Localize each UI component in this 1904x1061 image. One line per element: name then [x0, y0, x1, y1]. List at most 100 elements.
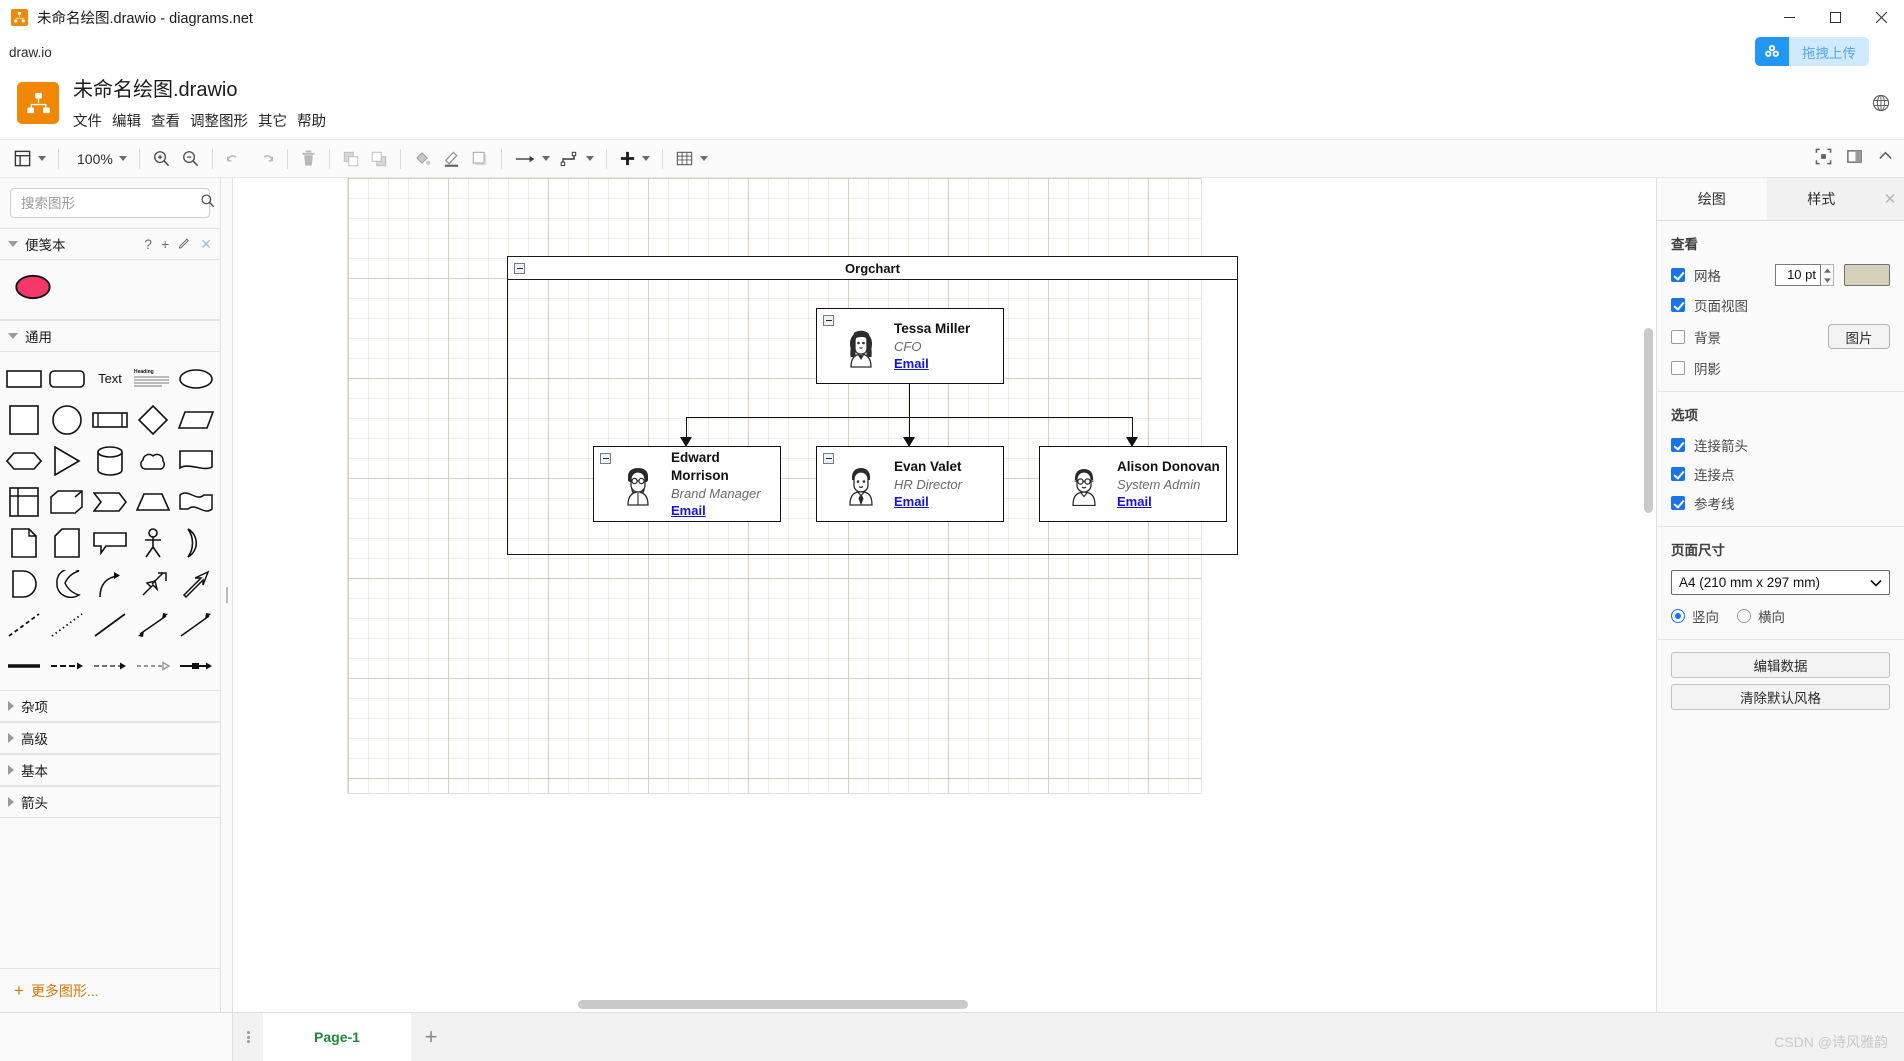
stepper-arrows[interactable] — [1821, 264, 1834, 286]
plus-icon[interactable]: + — [411, 1013, 451, 1061]
shape-callout[interactable] — [89, 522, 132, 563]
format-panel-icon[interactable] — [1846, 148, 1863, 170]
upload-button[interactable]: 拖拽上传 — [1755, 37, 1869, 66]
node-email-link[interactable]: Email — [894, 493, 962, 510]
shape-arrow-with-box[interactable] — [174, 645, 217, 686]
undo-icon[interactable] — [220, 140, 250, 178]
insert-icon[interactable] — [614, 140, 655, 178]
more-shapes-button[interactable]: + 更多图形... — [0, 968, 220, 1012]
waypoint-icon[interactable] — [555, 140, 599, 178]
shape-cube[interactable] — [46, 481, 89, 522]
help-icon[interactable]: ? — [144, 236, 152, 252]
menu-item-file[interactable]: 文件 — [73, 108, 112, 133]
vertical-scrollbar[interactable] — [1644, 328, 1653, 513]
orgchart-frame[interactable]: Orgchart Tessa Miller CFO Email Edward M… — [507, 256, 1238, 555]
menu-item-edit[interactable]: 编辑 — [112, 108, 151, 133]
shape-ellipse[interactable] — [174, 358, 217, 399]
shadow-checkbox[interactable] — [1671, 361, 1685, 375]
shape-circle[interactable] — [46, 399, 89, 440]
tab-style[interactable]: 样式 — [1767, 178, 1877, 220]
page-view-checkbox[interactable] — [1671, 298, 1685, 312]
shape-line[interactable] — [89, 604, 132, 645]
pink-ellipse-shape[interactable] — [14, 274, 52, 305]
shadow-icon[interactable] — [466, 140, 494, 178]
shape-dashed-line[interactable] — [3, 604, 46, 645]
chevron-down-icon[interactable] — [118, 156, 127, 161]
search-input[interactable] — [19, 194, 200, 212]
shape-bidirectional-line[interactable] — [131, 604, 174, 645]
shape-note[interactable] — [3, 522, 46, 563]
shape-triangle[interactable] — [46, 440, 89, 481]
node-email-link[interactable]: Email — [1117, 493, 1220, 510]
menu-item-extras[interactable]: 其它 — [258, 108, 297, 133]
zoom-out-icon[interactable] — [176, 140, 205, 178]
shape-cloud[interactable] — [131, 440, 174, 481]
menu-item-arrange[interactable]: 调整图形 — [190, 108, 258, 133]
shape-process[interactable] — [89, 399, 132, 440]
menu-item-view[interactable]: 查看 — [151, 108, 190, 133]
shape-hexagon[interactable] — [3, 440, 46, 481]
horizontal-scrollbar-thumb[interactable] — [578, 1000, 968, 1009]
drag-handle-icon[interactable] — [233, 1013, 263, 1061]
collapse-icon[interactable] — [600, 453, 611, 464]
fullscreen-icon[interactable] — [1815, 148, 1832, 170]
shape-section-basic[interactable]: 基本 — [0, 754, 220, 786]
shape-textbox-heading[interactable]: Heading — [131, 358, 174, 399]
orgchart-node-edward-morrison[interactable]: Edward Morrison Brand Manager Email — [593, 446, 781, 522]
collapse-icon[interactable] — [823, 453, 834, 464]
maximize-icon[interactable] — [1812, 0, 1858, 34]
shape-section-scratchpad[interactable]: 便笺本 ? + ✕ — [0, 228, 220, 260]
shape-internal-storage[interactable] — [3, 481, 46, 522]
grid-checkbox[interactable] — [1671, 268, 1685, 282]
shape-curve-arrow[interactable] — [89, 563, 132, 604]
node-email-link[interactable]: Email — [671, 502, 780, 519]
shape-dashed-double-arrow[interactable] — [89, 645, 132, 686]
close-icon[interactable]: ✕ — [200, 236, 212, 253]
shape-text[interactable]: Text — [89, 358, 132, 399]
shape-rectangle[interactable] — [3, 358, 46, 399]
arrow-connection-icon[interactable] — [509, 140, 555, 178]
shape-step[interactable] — [89, 481, 132, 522]
collapse-icon[interactable] — [514, 263, 525, 274]
shape-dotted-double-arrow[interactable] — [131, 645, 174, 686]
collapse-toolbar-icon[interactable] — [1877, 148, 1894, 170]
chevron-down-icon[interactable] — [699, 156, 708, 161]
shape-actor[interactable] — [131, 522, 174, 563]
shape-section-misc[interactable]: 杂项 — [0, 690, 220, 722]
edit-icon[interactable] — [178, 236, 191, 252]
shape-section-advanced[interactable]: 高级 — [0, 722, 220, 754]
shape-section-general[interactable]: 通用 — [0, 320, 220, 352]
shape-parallelogram[interactable] — [174, 399, 217, 440]
shape-arrow[interactable] — [174, 563, 217, 604]
connection-points-checkbox[interactable] — [1671, 467, 1685, 481]
chevron-down-icon[interactable] — [541, 156, 550, 161]
shape-rhombus[interactable] — [131, 399, 174, 440]
shape-trapezoid[interactable] — [131, 481, 174, 522]
globe-icon[interactable] — [1872, 94, 1890, 117]
redo-icon[interactable] — [250, 140, 280, 178]
add-icon[interactable]: + — [161, 236, 169, 252]
shape-card[interactable] — [46, 522, 89, 563]
clear-default-style-button[interactable]: 清除默认风格 — [1671, 684, 1890, 710]
shape-delay[interactable] — [3, 563, 46, 604]
orgchart-node-tessa-miller[interactable]: Tessa Miller CFO Email — [816, 308, 1004, 384]
grid-size-stepper[interactable]: 10 pt — [1775, 264, 1834, 286]
shape-sum[interactable] — [46, 563, 89, 604]
panel-splitter[interactable] — [221, 178, 233, 1012]
trash-icon[interactable] — [295, 140, 322, 178]
landscape-radio[interactable] — [1737, 609, 1751, 623]
send-to-back-icon[interactable] — [365, 140, 393, 178]
shape-cylinder[interactable] — [89, 440, 132, 481]
grid-size-input[interactable]: 10 pt — [1775, 264, 1821, 286]
menu-item-help[interactable]: 帮助 — [297, 108, 336, 133]
line-color-icon[interactable] — [437, 140, 466, 178]
zoom-in-icon[interactable] — [147, 140, 176, 178]
shape-or[interactable] — [174, 522, 217, 563]
shape-section-arrows[interactable]: 箭头 — [0, 786, 220, 818]
page-tab-page-1[interactable]: Page-1 — [263, 1013, 411, 1061]
diagram-canvas[interactable]: Orgchart Tessa Miller CFO Email Edward M… — [233, 178, 1656, 1012]
grid-color-swatch[interactable] — [1844, 264, 1890, 286]
chevron-down-icon[interactable] — [585, 156, 594, 161]
connection-arrows-checkbox[interactable] — [1671, 438, 1685, 452]
table-icon[interactable] — [670, 140, 713, 178]
